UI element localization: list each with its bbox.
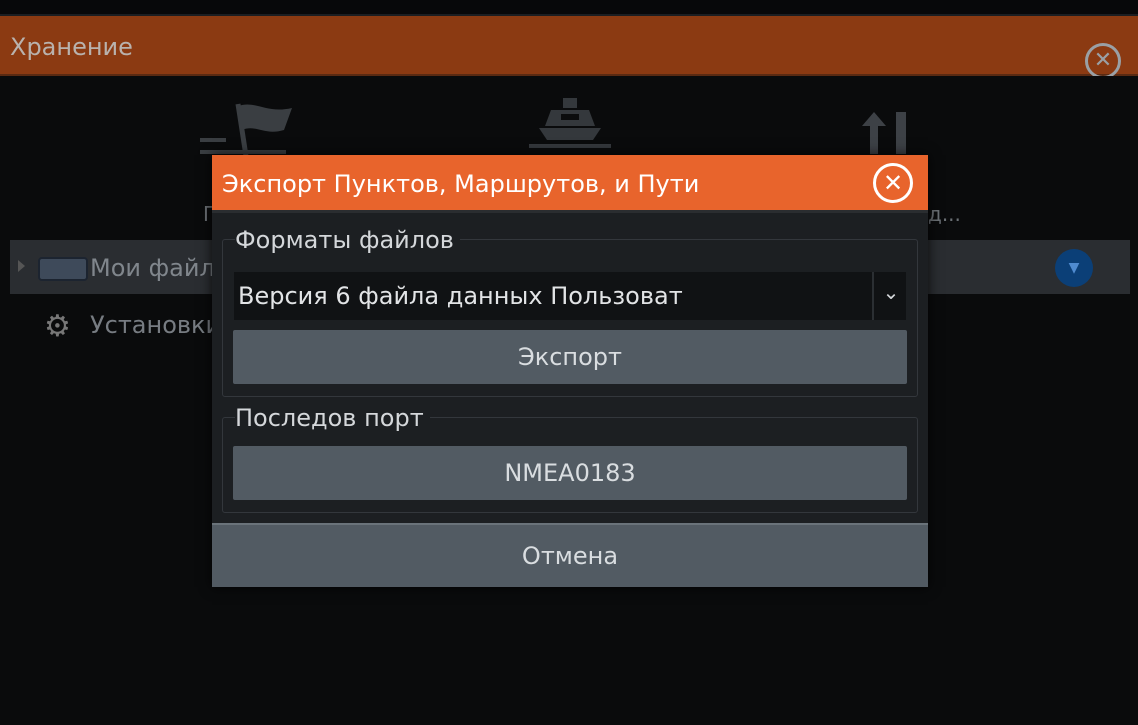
vessel-icon[interactable] [525,96,615,156]
export-button[interactable]: Экспорт [233,330,907,384]
export-dialog: Экспорт Пунктов, Маршрутов, и Пути ✕ Фор… [212,155,928,587]
nmea0183-button[interactable]: NMEA0183 [233,446,907,500]
file-formats-label: Форматы файлов [235,226,460,254]
window-title: Хранение [10,33,133,61]
toolbar-label-partial-right: д... [928,202,961,226]
tree-item-label: Установки [90,311,222,339]
serial-port-label: Последов порт [235,404,430,432]
waypoint-flag-icon[interactable] [196,100,306,160]
chevron-down-icon[interactable]: ▼ [1055,249,1093,287]
chevron-down-icon[interactable]: ⌄ [880,281,902,303]
drive-icon [38,257,88,281]
import-export-icon[interactable] [860,110,920,156]
cancel-button[interactable]: Отмена [212,523,928,587]
close-icon[interactable]: ✕ [873,163,913,203]
gear-icon: ⚙ [44,309,71,344]
tree-item-label: Мои файл [90,254,215,282]
dialog-title: Экспорт Пунктов, Маршрутов, и Пути [222,170,700,198]
dialog-header: Экспорт Пунктов, Маршрутов, и Пути ✕ [212,155,928,213]
close-icon[interactable]: ✕ [1085,43,1121,79]
select-divider [872,272,874,320]
expand-arrow-icon[interactable] [18,260,25,272]
file-format-select[interactable]: Версия 6 файла данных Пользоват ⌄ [234,272,906,320]
file-format-selected-value: Версия 6 файла данных Пользоват [238,282,683,310]
window-header: Хранение ✕ [0,16,1138,79]
top-border [0,0,1138,16]
